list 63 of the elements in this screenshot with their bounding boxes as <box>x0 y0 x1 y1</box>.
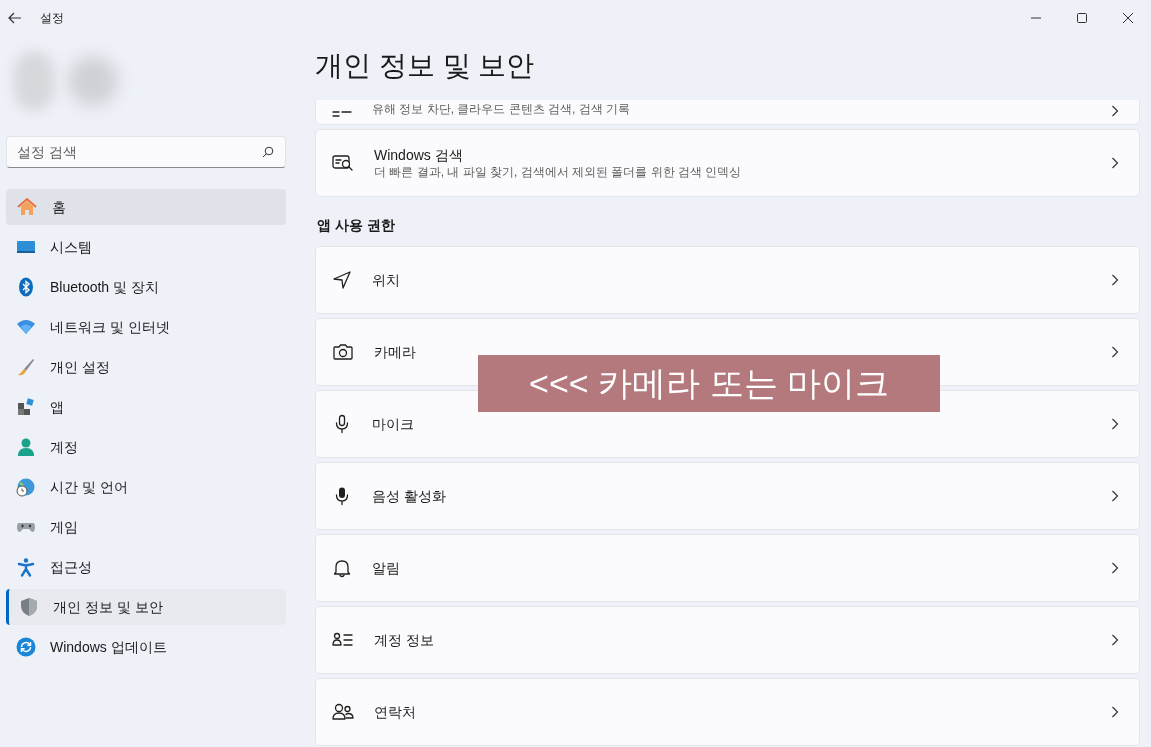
close-icon <box>1123 13 1133 23</box>
chevron-icon <box>1111 418 1119 430</box>
settings-card[interactable]: 알림 <box>315 534 1140 602</box>
sidebar-item[interactable]: 시스템 <box>6 229 286 265</box>
settings-card[interactable]: 연락처 <box>315 678 1140 746</box>
sidebar-item[interactable]: 시간 및 언어 <box>6 469 286 505</box>
sidebar-item[interactable]: Bluetooth 및 장치 <box>6 269 286 305</box>
camera-icon <box>332 342 354 362</box>
chevron-icon <box>1111 274 1119 286</box>
chevron-icon <box>1111 157 1119 169</box>
card-title: 카메라 <box>374 343 417 361</box>
card-title: 연락처 <box>374 703 417 721</box>
sidebar-item[interactable]: 계정 <box>6 429 286 465</box>
person-icon <box>16 437 36 457</box>
sidebar-item[interactable]: 개인 정보 및 보안 <box>6 589 286 625</box>
list-icon <box>332 111 352 117</box>
window-title: 설정 <box>40 10 64 27</box>
location-icon <box>332 270 352 290</box>
card-subtitle: 더 빠른 결과, 내 파일 찾기, 검색에서 제외된 폴더를 위한 검색 인덱싱 <box>374 164 743 180</box>
avatar <box>14 51 54 111</box>
contacts-icon <box>332 702 354 722</box>
section-heading: 앱 사용 권한 <box>316 216 396 235</box>
shield-icon <box>19 597 39 617</box>
chevron-icon <box>1111 706 1119 718</box>
card-title: 음성 활성화 <box>372 487 447 505</box>
maximize-icon <box>1077 13 1087 23</box>
chevron-icon <box>1111 562 1119 574</box>
card-subtitle: 유해 정보 차단, 클라우드 콘텐츠 검색, 검색 기록 <box>372 101 631 117</box>
apps-icon <box>16 397 36 417</box>
brush-icon <box>16 357 36 377</box>
chevron-icon <box>1111 346 1119 358</box>
sidebar-item[interactable]: 개인 설정 <box>6 349 286 385</box>
search-icon <box>262 146 274 158</box>
settings-card[interactable]: Windows 검색 더 빠른 결과, 내 파일 찾기, 검색에서 제외된 폴더를 위한 검색 인덱싱 <box>315 129 1140 197</box>
card-title: 계정 정보 <box>374 631 435 649</box>
card-title: 알림 <box>372 559 401 577</box>
settings-card[interactable]: 음성 활성화 <box>315 462 1140 530</box>
sidebar-item[interactable]: 게임 <box>6 509 286 545</box>
settings-card[interactable]: 유해 정보 차단, 클라우드 콘텐츠 검색, 검색 기록 <box>315 100 1140 125</box>
annotation-tooltip: <<< 카메라 또는 마이크 <box>478 355 940 412</box>
globe-icon <box>16 477 36 497</box>
card-title: Windows 검색 <box>374 146 464 164</box>
card-title: 마이크 <box>372 415 415 433</box>
settings-card[interactable]: 위치 <box>315 246 1140 314</box>
card-title: 위치 <box>372 271 401 289</box>
sidebar-item[interactable]: 네트워크 및 인터넷 <box>6 309 286 345</box>
update-icon <box>16 637 36 657</box>
chevron-icon <box>1111 105 1119 117</box>
chevron-icon <box>1111 490 1119 502</box>
sidebar-item[interactable]: 홈 <box>6 189 286 225</box>
page-title: 개인 정보 및 보안 <box>315 49 536 83</box>
sidebar-item[interactable]: 접근성 <box>6 549 286 585</box>
access-icon <box>16 557 36 577</box>
home-icon <box>16 196 38 218</box>
search-doc-icon <box>332 153 354 173</box>
bell-icon <box>332 558 352 578</box>
back-arrow-icon <box>8 12 22 24</box>
sidebar-item[interactable]: 앱 <box>6 389 286 425</box>
chevron-icon <box>1111 634 1119 646</box>
sidebar-item[interactable]: Windows 업데이트 <box>6 629 286 665</box>
bluetooth-icon <box>16 277 36 297</box>
settings-card[interactable]: 계정 정보 <box>315 606 1140 674</box>
search-field[interactable]: 설정 검색 <box>6 136 286 168</box>
